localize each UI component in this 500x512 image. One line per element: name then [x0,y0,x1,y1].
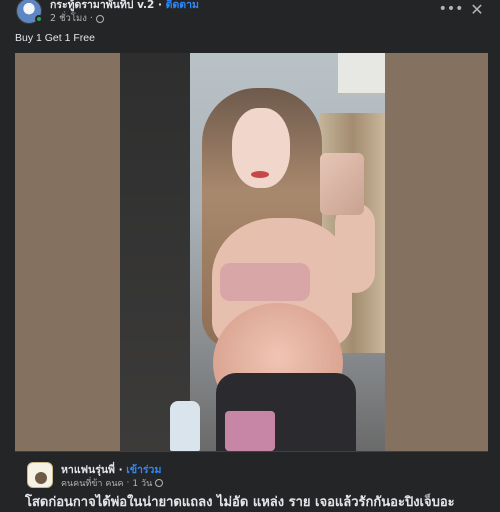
join-button[interactable]: เข้าร่วม [126,464,161,476]
shared-meta-separator: · [126,478,130,488]
follow-button[interactable]: ติดตาม [166,0,199,11]
post-caption: Buy 1 Get 1 Free [15,32,95,44]
globe-icon [95,14,104,23]
close-button[interactable]: ✕ [466,0,488,20]
header-separator: · [154,0,166,11]
more-options-button[interactable]: ••• [438,0,464,20]
facebook-post: กระทู้ดรามาพันทิป v.2 · ติดตาม 2 ชั่วโมง… [0,0,500,510]
group-avatar[interactable] [27,462,53,488]
group-name-link[interactable]: หาแฟนรุ่นพี่ [61,464,115,476]
shared-author[interactable]: คนคนที่ข้า คนค [61,476,124,490]
post-photo[interactable] [15,53,488,451]
globe-icon [155,479,164,487]
shared-post-text: โสดก่อนกาจได้พ่อในน่ายาดแถลง ไม่อัด แหล่… [25,495,455,510]
online-status-dot [35,15,43,23]
group-separator: · [114,464,127,476]
shared-post-card[interactable]: หาแฟนรุ่นพี่ · เข้าร่วม คนคนที่ข้า คนค ·… [15,451,488,510]
photo-image [120,53,385,451]
post-meta: 2 ชั่วโมง · [50,11,104,26]
shared-meta: คนคนที่ข้า คนค · 1 วัน [61,476,164,490]
page-name-link[interactable]: กระทู้ดรามาพันทิป v.2 [50,0,154,11]
post-header: กระทู้ดรามาพันทิป v.2 · ติดตาม 2 ชั่วโมง… [0,0,500,28]
shared-time[interactable]: 1 วัน [132,476,152,490]
post-time[interactable]: 2 ชั่วโมง [50,11,87,26]
meta-separator: · [89,13,93,24]
